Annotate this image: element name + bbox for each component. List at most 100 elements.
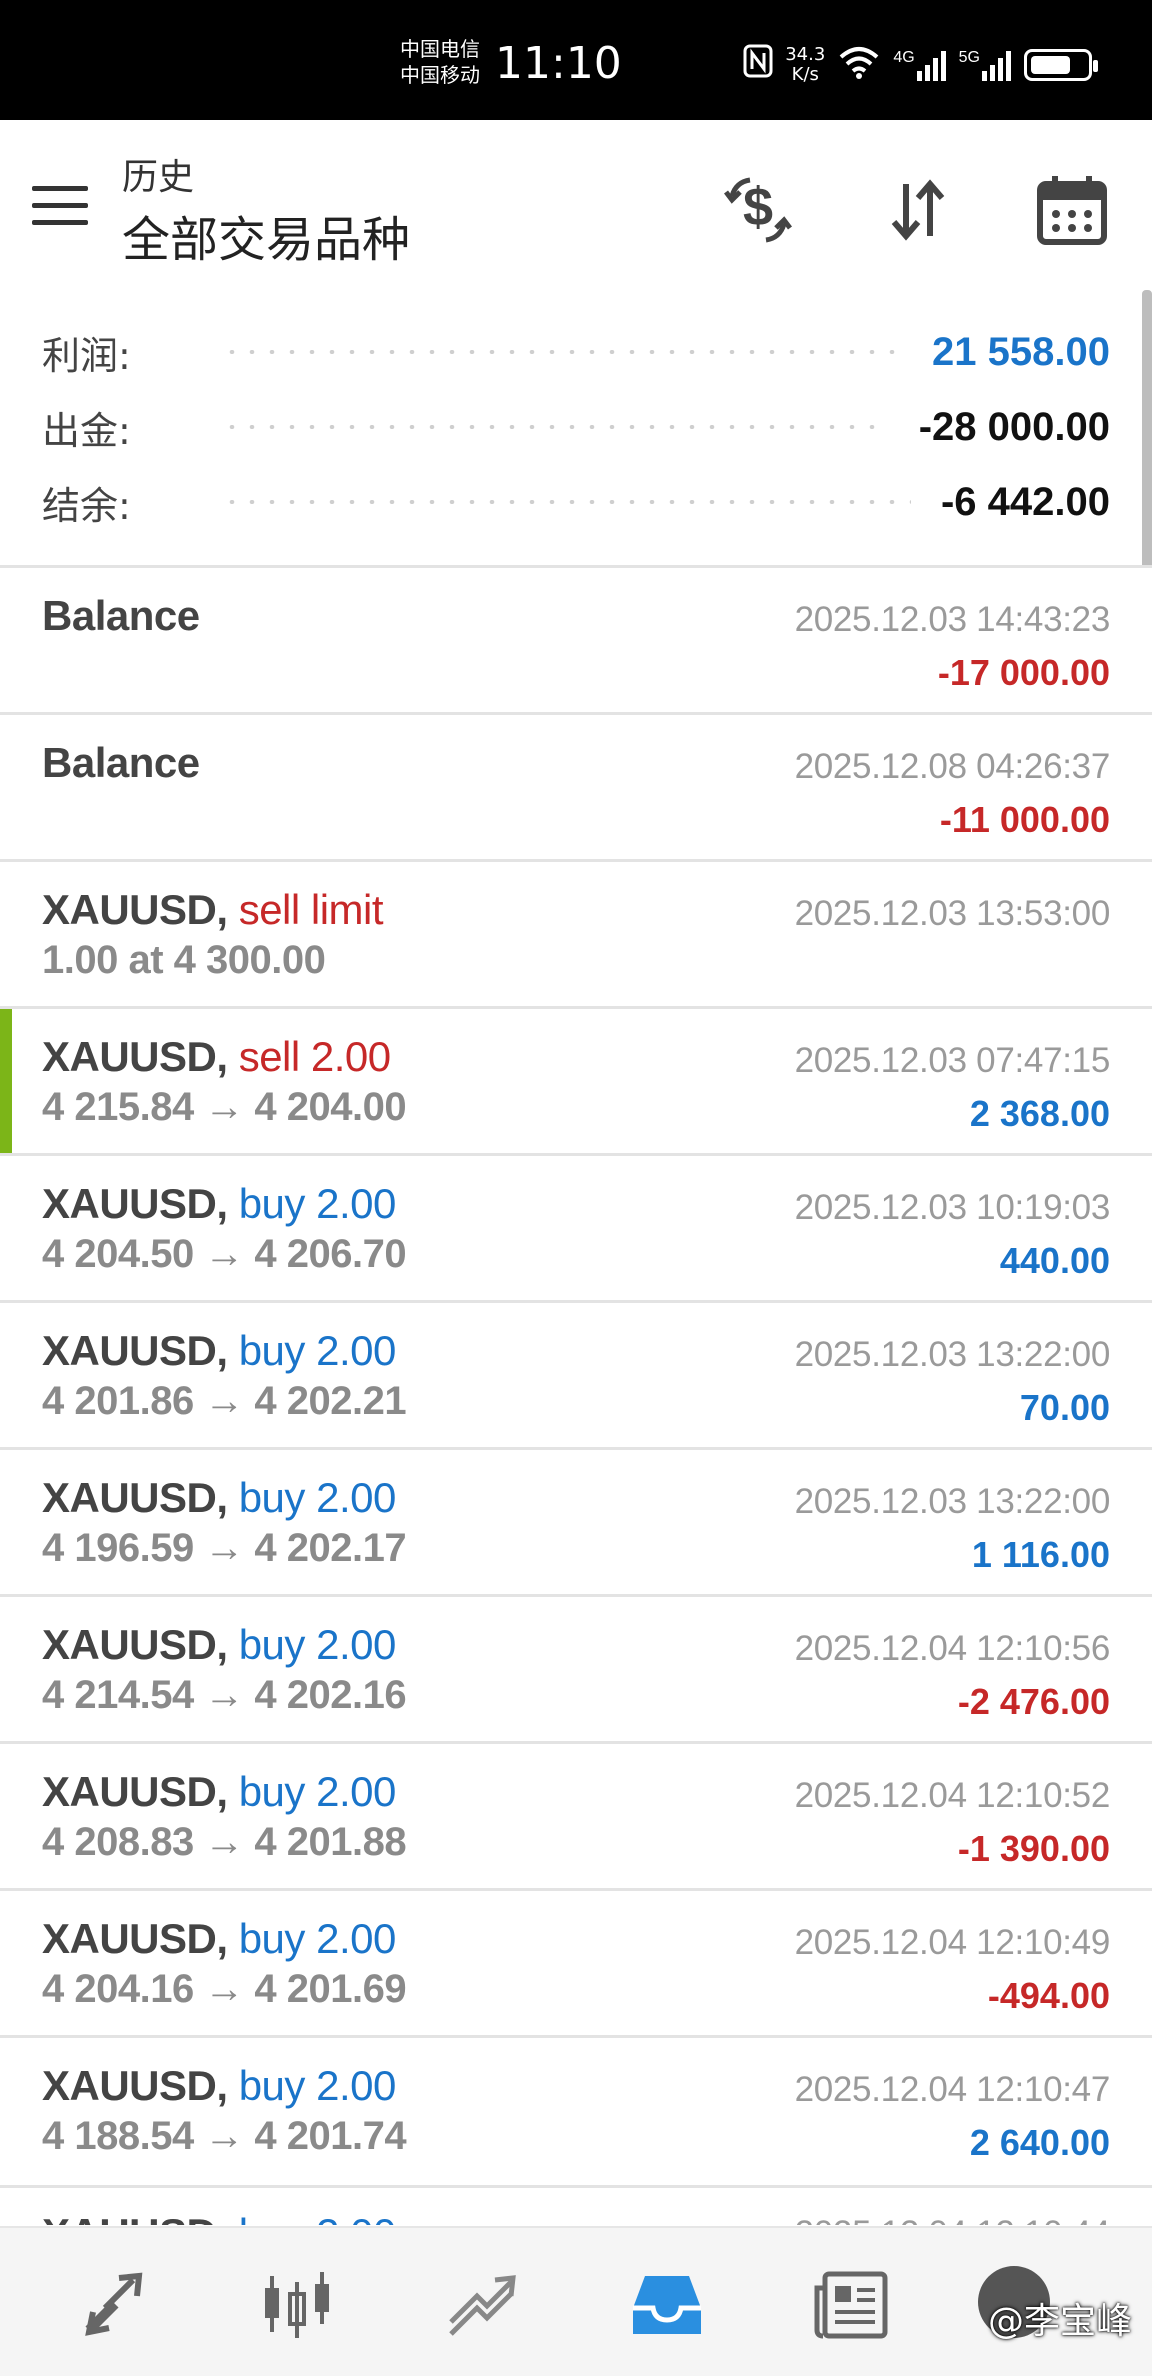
entry-operation: buy 2.00	[238, 1915, 397, 1962]
entry-symbol: Balance	[42, 592, 200, 639]
currency-exchange-icon: $	[724, 177, 792, 243]
profit-row: 利润: 21 558.00	[42, 322, 1110, 382]
entry-title: XAUUSD, buy 2.00	[42, 2062, 396, 2110]
entry-detail: 4 214.54 → 4 202.16	[42, 1673, 407, 1717]
menu-button[interactable]	[32, 186, 88, 226]
entry-symbol: XAUUSD,	[42, 1915, 228, 1962]
entry-symbol: XAUUSD,	[42, 886, 228, 933]
entry-operation: sell 2.00	[238, 1033, 391, 1080]
entry-title: Balance	[42, 592, 200, 640]
entry-symbol: XAUUSD,	[42, 1474, 228, 1521]
entry-date: 2025.12.03 13:22:00	[794, 1335, 1111, 1374]
carrier-1: 中国电信	[400, 37, 480, 61]
entry-date: 2025.12.04 12:10:44	[795, 2214, 1111, 2225]
entry-detail: 4 204.50 → 4 206.70	[42, 1232, 407, 1276]
entry-detail: 4 208.83 → 4 201.88	[42, 1820, 407, 1864]
list-item[interactable]: XAUUSD, sell limit 1.00 at 4 300.00 2025.1…	[0, 859, 1152, 1006]
signal-4g-label: 4G	[893, 48, 915, 66]
entry-operation: buy 2.00	[238, 2062, 397, 2109]
calendar-button[interactable]	[1030, 168, 1114, 252]
entry-date: 2025.12.04 12:10:47	[794, 2070, 1111, 2109]
currency-exchange-button[interactable]: $	[716, 168, 800, 252]
balance-row: 结余: -6 442.00	[42, 472, 1110, 532]
entry-operation: buy 2.00	[238, 1768, 397, 1815]
entry-symbol: XAUUSD,	[42, 1180, 228, 1227]
signal-5g-icon: 5G	[959, 49, 1012, 81]
candlestick-chart-icon	[265, 2272, 329, 2338]
nav-trade[interactable]	[436, 2264, 526, 2344]
network-speed-value: 34.3	[785, 43, 826, 65]
list-item[interactable]: XAUUSD, buy 2.00 4 201.86 → 4 202.21 2025.…	[0, 1300, 1152, 1447]
list-item[interactable]: Balance 2025.12.03 14:43:23 -17 000.00	[0, 565, 1152, 712]
entry-profit: -2 476.00	[957, 1681, 1110, 1722]
entry-operation: buy 2.00	[238, 1327, 397, 1374]
entry-title: Balance	[42, 739, 200, 787]
entry-symbol: XAUUSD,	[42, 2210, 228, 2225]
nav-quotes[interactable]	[70, 2264, 160, 2344]
entry-date: 2025.12.08 04:26:37	[794, 747, 1111, 786]
entry-operation: sell limit	[238, 886, 384, 933]
list-item[interactable]: Balance 2025.12.08 04:26:37 -11 000.00	[0, 712, 1152, 859]
entry-symbol: XAUUSD,	[42, 1327, 228, 1374]
entry-title: XAUUSD, sell limit	[42, 886, 384, 934]
section-title: 历史	[122, 157, 195, 198]
entry-profit: 70.00	[1019, 1387, 1110, 1428]
entry-detail: 4 188.54 → 4 201.74	[42, 2114, 407, 2158]
entry-date: 2025.12.04 12:10:56	[794, 1629, 1111, 1668]
entry-profit: 2 640.00	[969, 2122, 1110, 2163]
entry-detail: 4 196.59 → 4 202.17	[42, 1526, 407, 1570]
entry-symbol: XAUUSD,	[42, 1768, 228, 1815]
page-title[interactable]: 全部交易品种	[122, 200, 410, 270]
list-item[interactable]: XAUUSD, buy 2.00 4 204.50 → 4 206.70 2025.…	[0, 1153, 1152, 1300]
entry-date: 2025.12.03 07:47:15	[794, 1041, 1111, 1080]
history-inbox-icon	[633, 2276, 701, 2334]
quotes-icon	[85, 2272, 143, 2336]
entry-profit: -494.00	[987, 1975, 1110, 2016]
nav-chart[interactable]	[252, 2264, 342, 2344]
status-icons: 34.3 K/s 4G 5G	[743, 43, 1098, 85]
withdraw-row: 出金: -28 000.00	[42, 397, 1110, 457]
nav-history[interactable]	[622, 2264, 712, 2344]
withdraw-value: -28 000.00	[918, 404, 1110, 449]
sort-icon	[891, 179, 945, 241]
withdraw-label: 出金:	[42, 408, 131, 453]
entry-operation: buy 2.00	[238, 1474, 397, 1521]
balance-label: 结余:	[42, 483, 131, 528]
list-item[interactable]: XAUUSD, buy 2.00 4 196.59 → 4 202.17 2025.…	[0, 1447, 1152, 1594]
menu-icon-bar	[32, 203, 88, 208]
entry-symbol: XAUUSD,	[42, 2062, 228, 2109]
list-item[interactable]: XAUUSD, buy 2.00 4 204.16 → 4 201.69 2025.…	[0, 1888, 1152, 2035]
dotted-leader	[222, 350, 903, 354]
menu-icon-bar	[32, 186, 88, 191]
carrier-2: 中国移动	[400, 63, 480, 87]
bottom-nav: @李宝峰	[0, 2226, 1152, 2376]
entry-operation: buy 2.00	[239, 2210, 397, 2225]
nav-news[interactable]	[806, 2264, 896, 2344]
list-item-partial[interactable]: XAUUSD, buy 2.00 2025.12.04 12:10:44	[0, 2185, 1152, 2225]
list-item[interactable]: XAUUSD, buy 2.00 4 188.54 → 4 201.74 2025.…	[0, 2035, 1152, 2182]
entry-date: 2025.12.04 12:10:52	[794, 1776, 1111, 1815]
entry-date: 2025.12.04 12:10:49	[794, 1923, 1111, 1962]
signal-5g-label: 5G	[958, 48, 980, 66]
entry-symbol: XAUUSD,	[42, 1621, 228, 1668]
entry-profit: 1 116.00	[971, 1534, 1110, 1575]
entry-date: 2025.12.03 10:19:03	[794, 1188, 1111, 1227]
news-icon	[814, 2271, 888, 2339]
entry-detail: 4 204.16 → 4 201.69	[42, 1967, 407, 2011]
list-item[interactable]: XAUUSD, buy 2.00 4 208.83 → 4 201.88 2025.…	[0, 1741, 1152, 1888]
entry-title: XAUUSD, buy 2.00	[42, 1768, 396, 1816]
list-item[interactable]: XAUUSD, buy 2.00 4 214.54 → 4 202.16 2025.…	[0, 1594, 1152, 1741]
entry-profit: -1 390.00	[957, 1828, 1110, 1869]
entry-detail: 4 201.86 → 4 202.21	[42, 1379, 407, 1423]
list-item[interactable]: XAUUSD, sell 2.00 4 215.84 → 4 204.00 2025…	[0, 1006, 1152, 1153]
entry-date: 2025.12.03 14:43:23	[794, 600, 1111, 639]
status-bar: 中国电信 中国移动 11:10 34.3 K/s 4G 5G	[0, 0, 1152, 120]
nfc-icon	[743, 44, 773, 85]
watermark: @李宝峰	[987, 2301, 1132, 2342]
balance-value: -6 442.00	[940, 479, 1110, 524]
sort-button[interactable]	[876, 168, 960, 252]
entry-detail: 1.00 at 4 300.00	[42, 938, 326, 982]
entry-title: XAUUSD, buy 2.00	[42, 1180, 396, 1228]
dotted-leader	[222, 500, 911, 504]
entry-operation: buy 2.00	[238, 1621, 397, 1668]
